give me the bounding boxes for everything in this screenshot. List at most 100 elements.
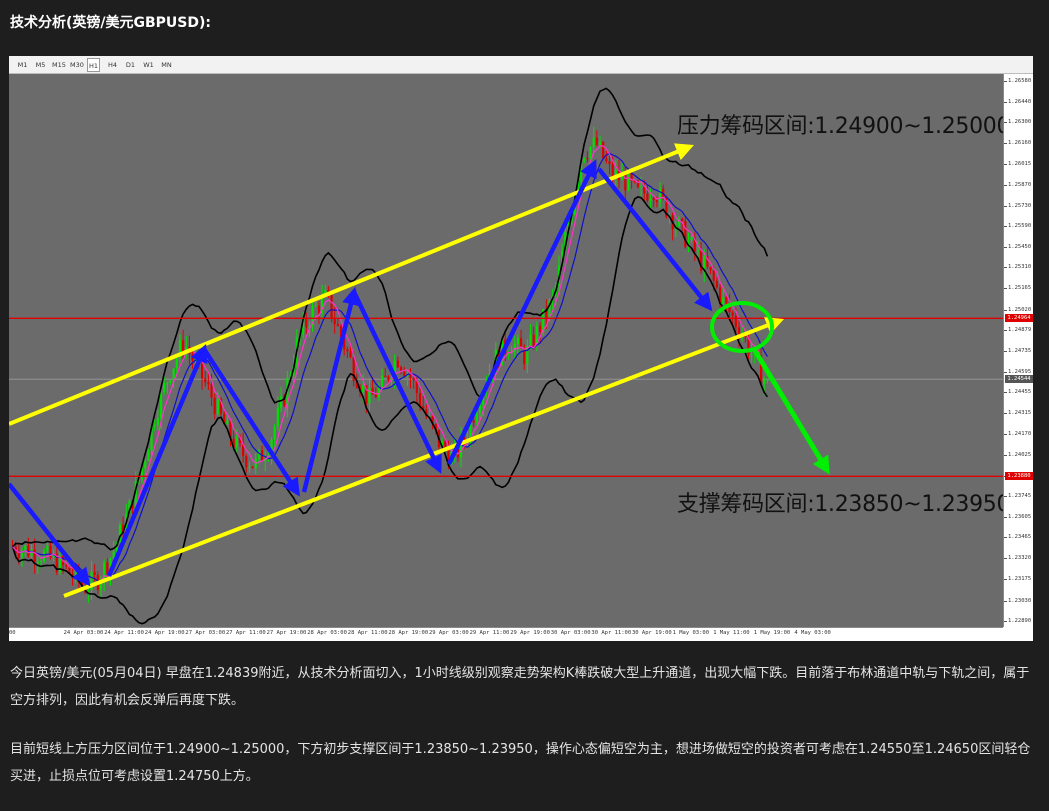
price-tick-label: 1.22890 xyxy=(1008,618,1032,625)
candle-body xyxy=(346,349,349,352)
candle-body xyxy=(403,370,406,377)
candle-body xyxy=(690,237,693,241)
price-tick-mark xyxy=(1004,246,1007,248)
candle-body xyxy=(169,380,172,383)
price-tick-mark xyxy=(1004,185,1007,187)
time-tick-label: 28 Apr 11:00 xyxy=(347,630,388,636)
candle-body xyxy=(538,325,542,332)
candle-body xyxy=(598,141,602,145)
candle-body xyxy=(330,295,333,319)
price-tick-mark xyxy=(1004,142,1007,144)
candle-body xyxy=(595,137,598,145)
time-tick-label: 29 Apr 19:00 xyxy=(510,630,550,636)
price-tick-label: 1.23745 xyxy=(1008,493,1032,500)
candle-body xyxy=(368,387,371,404)
candle-body xyxy=(207,382,210,385)
candle-body xyxy=(65,565,68,567)
candle-body xyxy=(362,384,365,393)
time-tick-label: 24 Apr 19:00 xyxy=(144,630,185,636)
time-tick-label: 29 Apr 03:00 xyxy=(429,630,469,636)
time-tick-label: 24 Apr 11:00 xyxy=(104,630,144,636)
chart-svg xyxy=(9,87,1003,625)
analysis-paragraph-2: 目前短线上方压力区间位于1.24900~1.25000，下方初步支撑区间于1.2… xyxy=(10,742,1031,784)
candle-body xyxy=(251,466,254,468)
time-tick-label: 1 May 11:00 xyxy=(713,630,750,636)
price-tick-mark xyxy=(1004,496,1007,498)
price-tick-mark xyxy=(1004,226,1007,228)
candle-body xyxy=(336,324,339,326)
timeframe-w1-button[interactable]: W1 xyxy=(141,58,156,72)
candle-body xyxy=(715,280,718,288)
timeframe-d1-button[interactable]: D1 xyxy=(123,58,138,72)
price-tick-label: 1.25020 xyxy=(1008,306,1032,313)
candle-body xyxy=(681,218,684,222)
timeframe-h4-button[interactable]: H4 xyxy=(105,58,120,72)
timeframe-h1-button[interactable]: H1 xyxy=(87,58,100,72)
support-price-tag: 1.23880 xyxy=(1005,472,1033,481)
candle-body xyxy=(226,420,229,425)
candle-body xyxy=(529,334,532,347)
time-tick-label: 30 Apr 03:00 xyxy=(550,630,591,636)
swing-arrow xyxy=(106,344,208,577)
candle-body xyxy=(273,426,276,440)
candle-body xyxy=(516,338,520,345)
candle-body xyxy=(248,466,251,468)
candle-body xyxy=(349,351,352,358)
time-tick-label: 1 May 03:00 xyxy=(672,630,710,636)
candle-body xyxy=(182,340,185,352)
price-tick-mark xyxy=(1004,122,1007,124)
candle-body xyxy=(159,391,163,419)
candle-body xyxy=(627,173,630,191)
candle-body xyxy=(387,376,390,381)
chart-plot-area[interactable]: 压力筹码区间:1.24900~1.25000 支撑筹码区间:1.23850~1.… xyxy=(9,74,1003,627)
price-tick-label: 1.23465 xyxy=(1008,534,1032,541)
price-tick-label: 1.26160 xyxy=(1008,139,1032,146)
price-tick-label: 1.24455 xyxy=(1008,389,1032,396)
candle-body xyxy=(163,383,166,392)
channel-lower-line xyxy=(63,317,785,598)
price-tick-mark xyxy=(1004,163,1007,165)
candle-body xyxy=(279,396,283,408)
candle-body xyxy=(722,297,725,305)
candle-body xyxy=(144,461,147,469)
price-tick-label: 1.25870 xyxy=(1008,182,1032,189)
timeframe-m1-button[interactable]: M1 xyxy=(15,58,30,72)
candle-body xyxy=(418,393,422,407)
candle-body xyxy=(175,358,178,369)
forecast-arrow xyxy=(751,347,830,475)
price-tick-label: 1.26015 xyxy=(1008,160,1032,167)
swing-arrow xyxy=(301,286,360,493)
candle-body xyxy=(725,297,728,304)
chart-frame: M1 M5 M15 M30 H1 H4 D1 W1 MN 压力筹码区间:1.24900~1.25… xyxy=(9,56,1033,641)
price-tick-mark xyxy=(1004,288,1007,290)
support-annotation: 支撑筹码区间:1.23850~1.23950 xyxy=(677,492,1003,517)
time-tick-label: 00 xyxy=(9,630,16,636)
timeframe-toolbar: M1 M5 M15 M30 H1 H4 D1 W1 MN xyxy=(9,56,1033,74)
candle-body xyxy=(210,384,213,398)
current-price-tag: 1.24544 xyxy=(1005,375,1033,384)
price-tick-label: 1.24315 xyxy=(1008,409,1032,416)
candle-body xyxy=(33,549,36,563)
candle-body xyxy=(305,319,308,328)
price-tick-mark xyxy=(1004,516,1007,518)
price-tick-mark xyxy=(1004,267,1007,269)
time-tick-label: 29 Apr 11:00 xyxy=(469,630,510,636)
candle-body xyxy=(731,312,734,316)
time-tick-label: 27 Apr 19:00 xyxy=(266,630,307,636)
price-tick-mark xyxy=(1004,392,1007,394)
timeframe-mn-button[interactable]: MN xyxy=(159,58,174,72)
candle-body xyxy=(709,267,712,271)
candle-body xyxy=(750,353,753,355)
candle-body xyxy=(696,250,700,252)
timeframe-m5-button[interactable]: M5 xyxy=(33,58,48,72)
candle-body xyxy=(602,141,605,159)
candle-body xyxy=(147,450,150,462)
time-tick-label: 27 Apr 11:00 xyxy=(226,630,266,636)
price-tick-label: 1.25310 xyxy=(1008,264,1032,271)
price-tick-mark xyxy=(1004,205,1007,207)
timeframe-m30-button[interactable]: M30 xyxy=(69,58,85,72)
candle-body xyxy=(399,367,403,371)
candle-body xyxy=(380,375,384,387)
candle-body xyxy=(36,561,39,563)
timeframe-m15-button[interactable]: M15 xyxy=(51,58,67,72)
